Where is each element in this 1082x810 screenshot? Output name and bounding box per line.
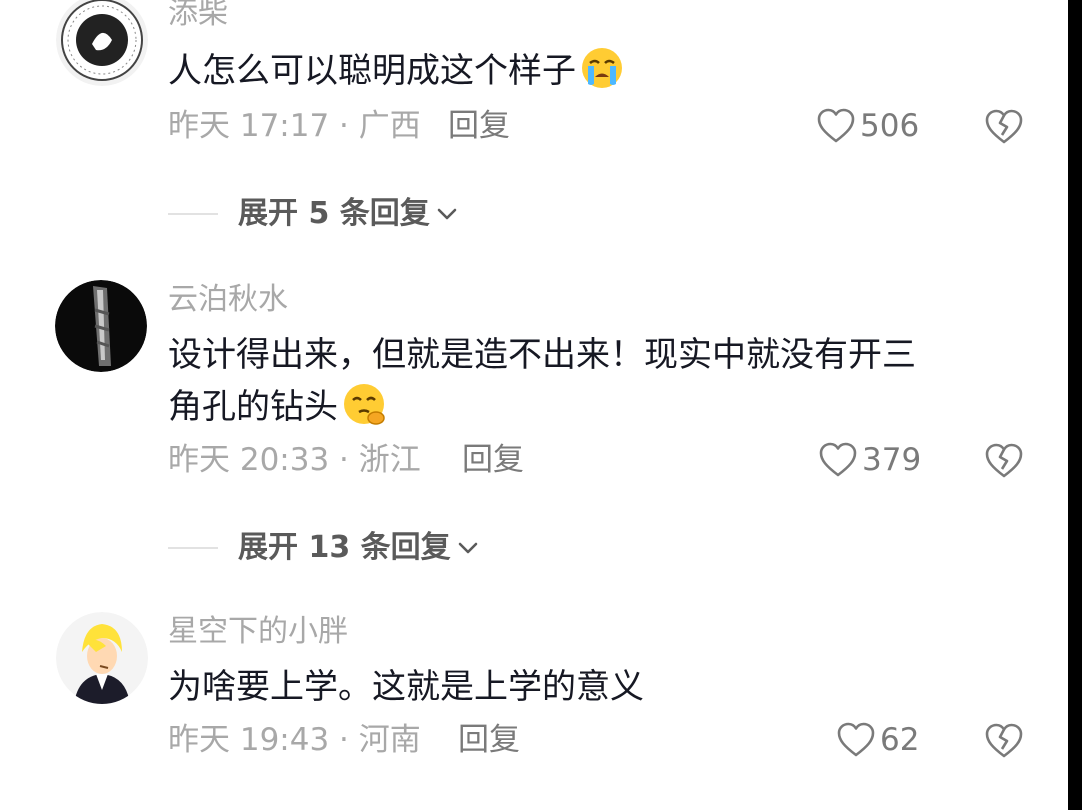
like-button[interactable]: 379 <box>818 440 921 480</box>
avatar[interactable] <box>56 612 148 704</box>
comment-text: 人怎么可以聪明成这个样子 <box>168 44 624 98</box>
like-button[interactable]: 506 <box>816 106 919 146</box>
broken-heart-icon <box>985 109 1023 144</box>
broken-heart-icon <box>985 723 1023 758</box>
like-button[interactable]: 62 <box>836 720 919 760</box>
avatar[interactable] <box>56 0 148 86</box>
reply-button[interactable]: 回复 <box>448 106 510 146</box>
thinking-face-emoji <box>344 384 385 425</box>
broken-heart-icon <box>985 443 1023 478</box>
screen-edge <box>1068 0 1082 810</box>
expand-replies-button[interactable]: 展开 13 条回复 <box>168 528 481 568</box>
username[interactable]: 云泊秋水 <box>168 282 288 318</box>
like-count: 62 <box>880 722 920 758</box>
username[interactable]: 星空下的小胖 <box>168 614 348 650</box>
heart-icon <box>837 722 875 757</box>
expand-replies-button[interactable]: 展开 5 条回复 <box>168 194 460 234</box>
comment-text: 为啥要上学。这就是上学的意义 <box>168 667 644 707</box>
like-count: 506 <box>860 108 920 144</box>
comment-text: 设计得出来，但就是造不出来！现实中就没有开三 <box>168 335 916 375</box>
timestamp-location: 昨天 17:17 · 广西 <box>168 108 421 144</box>
reply-button[interactable]: 回复 <box>458 720 520 760</box>
chevron-down-icon <box>458 542 477 554</box>
divider-line <box>168 213 218 215</box>
comment-list: 添柴 人怎么可以聪明成这个样子 昨天 17:17 · 广西 回复 506 展开 … <box>0 0 1068 810</box>
username[interactable]: 添柴 <box>168 0 228 32</box>
timestamp-location: 昨天 20:33 · 浙江 <box>168 442 421 478</box>
heart-icon <box>817 108 855 143</box>
avatar[interactable] <box>55 280 147 372</box>
dislike-button[interactable] <box>984 722 1024 762</box>
dislike-button[interactable] <box>984 108 1024 148</box>
like-count: 379 <box>862 442 922 478</box>
reply-button[interactable]: 回复 <box>462 440 524 480</box>
timestamp-location: 昨天 19:43 · 河南 <box>168 722 421 758</box>
dislike-button[interactable] <box>984 442 1024 482</box>
crying-face-emoji <box>582 48 622 88</box>
comment-text-continued: 角孔的钻头 <box>168 380 386 434</box>
divider-line <box>168 547 218 549</box>
heart-icon <box>819 442 857 477</box>
chevron-down-icon <box>437 208 457 220</box>
